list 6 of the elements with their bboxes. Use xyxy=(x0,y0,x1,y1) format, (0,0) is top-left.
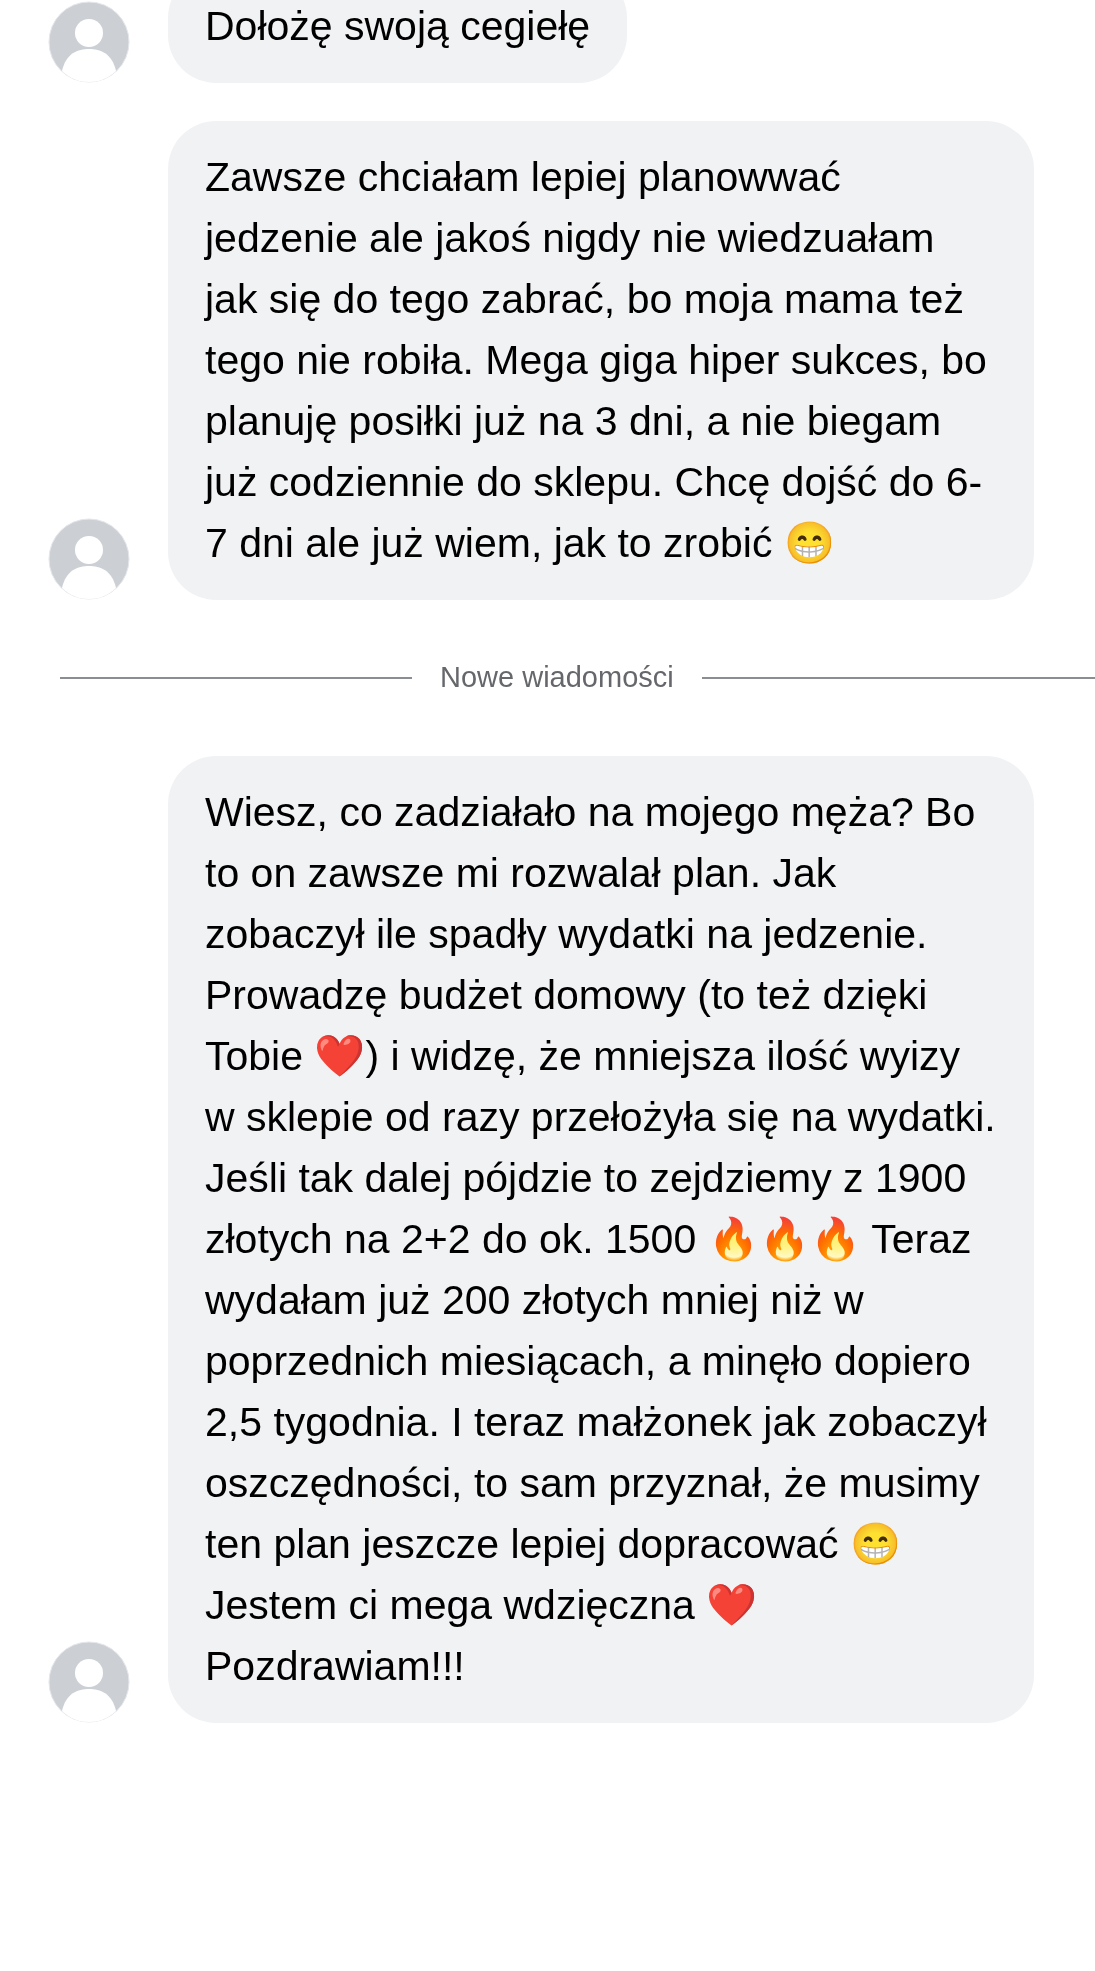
divider-label: Nowe wiadomości xyxy=(440,660,674,695)
avatar-icon xyxy=(48,518,130,600)
message-text: Dołożę swoją cegiełę xyxy=(205,2,591,51)
avatar-icon xyxy=(48,1640,130,1723)
message-text: Zawsze chciałam lepiej planowwać jedzenie ale jakoś nigdy nie wiedzuałam jak się do tego zabrać, bo moja mama też tego nie robiła. Mega giga hiper sukces, bo planuję posiłki już na 3 dni, a nie biegam już codziennie do sklepu. Chcę dojść do 6-7 dni ale już wiem, jak to zrobić 😁 xyxy=(205,153,988,568)
message-text: Wiesz, co zadziałało na mojego męża? Bo to on zawsze mi rozwalał plan. Jak zobaczył ile spadły wydatki na jedzenie. Prowadzę budżet domowy (to też dzięki Tobie ❤) i widzę, że mniejsza ilość wyizy w sklepie od razy przełożyła się na wydatki. Jeśli tak dalej pójdzie to zejdziemy z 1900 złotych na 2+2 do ok. 1500 🔥🔥🔥 Teraz wydałam już 200 złotych mniej niż w poprzednich miesiącach, a minęło dopiero 2,5 tygodnia. I teraz małżonek jak zobaczył oszczędności, to sam przyznał, że musimy ten plan jeszcze lepiej dopracować 😁 Jestem ci mega wdzięczna ❤ Pozdrawiam!!! xyxy=(205,787,997,1691)
